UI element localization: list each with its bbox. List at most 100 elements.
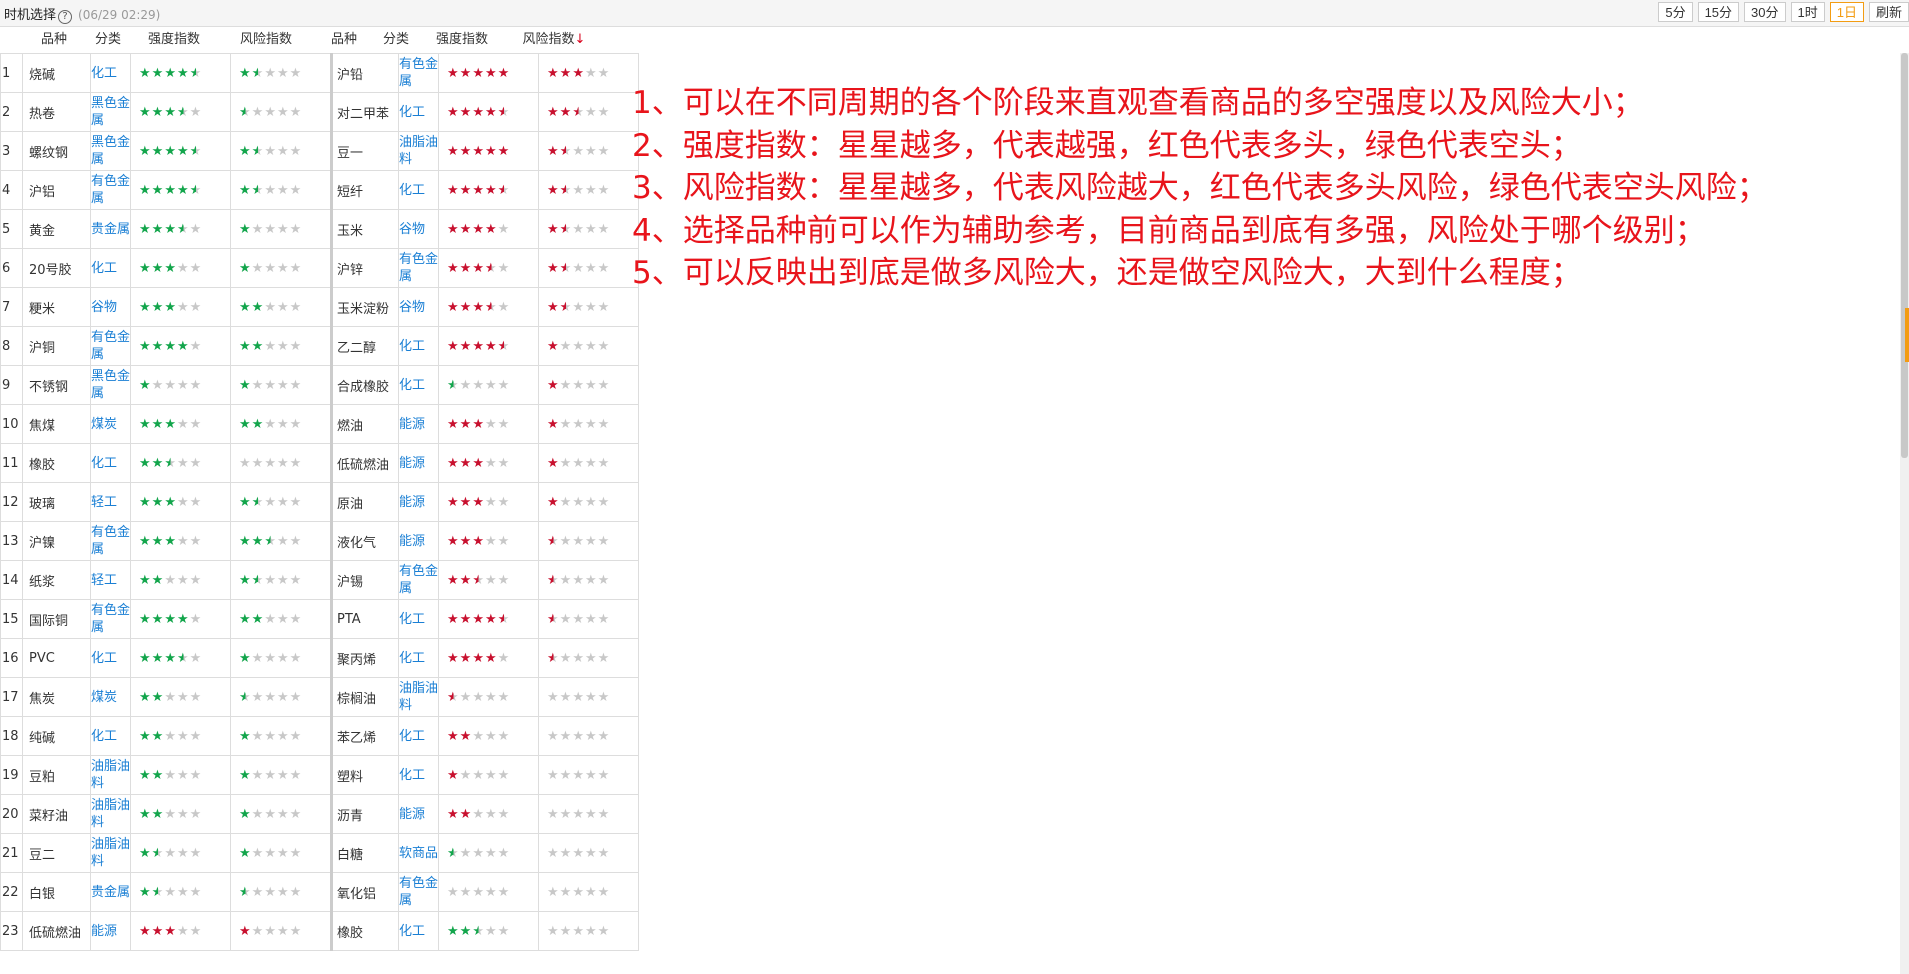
- table-row[interactable]: 15 国际铜 有色金属 ★★★★★ ★★★★★ PTA 化工 ★★★★★ ★★★★★: [0, 599, 639, 639]
- product-name[interactable]: 玻璃: [22, 482, 91, 522]
- side-handle[interactable]: [1905, 308, 1909, 362]
- product-category[interactable]: 有色金属: [90, 170, 131, 210]
- product-name[interactable]: 乙二醇: [330, 326, 399, 366]
- table-row[interactable]: 20 菜籽油 油脂油料 ★★★★★ ★★★★★ 沥青 能源 ★★★★★ ★★★★★: [0, 794, 639, 834]
- product-category[interactable]: 黑色金属: [90, 131, 131, 171]
- table-row[interactable]: 8 沪铜 有色金属 ★★★★★ ★★★★★ 乙二醇 化工 ★★★★★ ★★★★★: [0, 326, 639, 366]
- product-name[interactable]: 橡胶: [22, 443, 91, 483]
- product-category[interactable]: 煤炭: [90, 677, 131, 717]
- product-name[interactable]: 焦炭: [22, 677, 91, 717]
- product-name[interactable]: 螺纹钢: [22, 131, 91, 171]
- product-name[interactable]: 玉米: [330, 209, 399, 249]
- table-row[interactable]: 5 黄金 贵金属 ★★★★★ ★★★★★ 玉米 谷物 ★★★★★ ★★★★★: [0, 209, 639, 249]
- product-name[interactable]: 燃油: [330, 404, 399, 444]
- product-name[interactable]: 聚丙烯: [330, 638, 399, 678]
- product-name[interactable]: 合成橡胶: [330, 365, 399, 405]
- table-row[interactable]: 16 PVC 化工 ★★★★★ ★★★★★ 聚丙烯 化工 ★★★★★ ★★★★★: [0, 638, 639, 678]
- product-category[interactable]: 有色金属: [90, 599, 131, 639]
- vertical-scrollbar[interactable]: [1900, 53, 1909, 974]
- product-name[interactable]: 沪铅: [330, 53, 399, 93]
- product-name[interactable]: 纯碱: [22, 716, 91, 756]
- header-strength-2[interactable]: 强度指数: [416, 27, 508, 53]
- product-name[interactable]: 豆二: [22, 833, 91, 873]
- product-category[interactable]: 化工: [398, 911, 439, 951]
- product-name[interactable]: 沪铝: [22, 170, 91, 210]
- product-category[interactable]: 能源: [90, 911, 131, 951]
- product-name[interactable]: 20号胶: [22, 248, 91, 288]
- product-category[interactable]: 黑色金属: [90, 92, 131, 132]
- product-category[interactable]: 有色金属: [90, 521, 131, 561]
- table-row[interactable]: 14 纸浆 轻工 ★★★★★ ★★★★★ 沪锡 有色金属 ★★★★★ ★★★★★: [0, 560, 639, 600]
- table-row[interactable]: 9 不锈钢 黑色金属 ★★★★★ ★★★★★ 合成橡胶 化工 ★★★★★ ★★★★★: [0, 365, 639, 405]
- table-row[interactable]: 18 纯碱 化工 ★★★★★ ★★★★★ 苯乙烯 化工 ★★★★★ ★★★★★: [0, 716, 639, 756]
- product-name[interactable]: 粳米: [22, 287, 91, 327]
- product-name[interactable]: 沪镍: [22, 521, 91, 561]
- product-category[interactable]: 油脂油料: [90, 755, 131, 795]
- product-name[interactable]: 沥青: [330, 794, 399, 834]
- table-row[interactable]: 23 低硫燃油 能源 ★★★★★ ★★★★★ 橡胶 化工 ★★★★★ ★★★★★: [0, 911, 639, 951]
- product-category[interactable]: 轻工: [90, 560, 131, 600]
- product-name[interactable]: 原油: [330, 482, 399, 522]
- product-name[interactable]: 烧碱: [22, 53, 91, 93]
- product-name[interactable]: 玉米淀粉: [330, 287, 399, 327]
- product-name[interactable]: 沪铜: [22, 326, 91, 366]
- product-name[interactable]: PVC: [22, 638, 91, 678]
- table-row[interactable]: 1 烧碱 化工 ★★★★★ ★★★★★ 沪铅 有色金属 ★★★★★ ★★★★★: [0, 53, 639, 93]
- product-name[interactable]: 焦煤: [22, 404, 91, 444]
- period-15m-button[interactable]: 15分: [1697, 2, 1740, 22]
- product-name[interactable]: 短纤: [330, 170, 399, 210]
- product-name[interactable]: 棕榈油: [330, 677, 399, 717]
- product-category[interactable]: 谷物: [398, 209, 439, 249]
- product-category[interactable]: 有色金属: [90, 326, 131, 366]
- product-name[interactable]: 热卷: [22, 92, 91, 132]
- product-category[interactable]: 化工: [398, 365, 439, 405]
- product-category[interactable]: 化工: [398, 170, 439, 210]
- product-category[interactable]: 化工: [398, 92, 439, 132]
- product-name[interactable]: 豆粕: [22, 755, 91, 795]
- header-category[interactable]: 分类: [88, 27, 128, 53]
- table-row[interactable]: 13 沪镍 有色金属 ★★★★★ ★★★★★ 液化气 能源 ★★★★★ ★★★★★: [0, 521, 639, 561]
- product-category[interactable]: 油脂油料: [90, 833, 131, 873]
- product-name[interactable]: 沪锌: [330, 248, 399, 288]
- product-category[interactable]: 化工: [398, 755, 439, 795]
- header-risk[interactable]: 风险指数: [220, 27, 312, 53]
- product-category[interactable]: 黑色金属: [90, 365, 131, 405]
- product-name[interactable]: PTA: [330, 599, 399, 639]
- product-category[interactable]: 能源: [398, 794, 439, 834]
- product-category[interactable]: 贵金属: [90, 872, 131, 912]
- product-category[interactable]: 有色金属: [398, 872, 439, 912]
- product-category[interactable]: 化工: [90, 638, 131, 678]
- product-category[interactable]: 谷物: [398, 287, 439, 327]
- product-category[interactable]: 油脂油料: [398, 131, 439, 171]
- product-name[interactable]: 沪锡: [330, 560, 399, 600]
- period-5m-button[interactable]: 5分: [1658, 2, 1693, 22]
- table-row[interactable]: 3 螺纹钢 黑色金属 ★★★★★ ★★★★★ 豆一 油脂油料 ★★★★★ ★★★★★: [0, 131, 639, 171]
- table-row[interactable]: 7 粳米 谷物 ★★★★★ ★★★★★ 玉米淀粉 谷物 ★★★★★ ★★★★★: [0, 287, 639, 327]
- product-category[interactable]: 有色金属: [398, 248, 439, 288]
- product-name[interactable]: 白糖: [330, 833, 399, 873]
- product-name[interactable]: 对二甲苯: [330, 92, 399, 132]
- table-row[interactable]: 21 豆二 油脂油料 ★★★★★ ★★★★★ 白糖 软商品 ★★★★★ ★★★★★: [0, 833, 639, 873]
- product-category[interactable]: 化工: [398, 599, 439, 639]
- product-category[interactable]: 化工: [90, 716, 131, 756]
- product-category[interactable]: 能源: [398, 521, 439, 561]
- product-name[interactable]: 菜籽油: [22, 794, 91, 834]
- table-row[interactable]: 11 橡胶 化工 ★★★★★ ★★★★★ 低硫燃油 能源 ★★★★★ ★★★★★: [0, 443, 639, 483]
- product-name[interactable]: 橡胶: [330, 911, 399, 951]
- scrollbar-thumb[interactable]: [1901, 53, 1908, 458]
- header-name[interactable]: 品种: [20, 27, 88, 53]
- product-category[interactable]: 化工: [90, 53, 131, 93]
- product-category[interactable]: 化工: [90, 443, 131, 483]
- refresh-button[interactable]: 刷新: [1868, 2, 1909, 22]
- table-row[interactable]: 19 豆粕 油脂油料 ★★★★★ ★★★★★ 塑料 化工 ★★★★★ ★★★★★: [0, 755, 639, 795]
- product-name[interactable]: 液化气: [330, 521, 399, 561]
- product-category[interactable]: 化工: [90, 248, 131, 288]
- product-name[interactable]: 低硫燃油: [22, 911, 91, 951]
- product-category[interactable]: 有色金属: [398, 53, 439, 93]
- product-category[interactable]: 能源: [398, 482, 439, 522]
- product-name[interactable]: 豆一: [330, 131, 399, 171]
- period-1d-button[interactable]: 1日: [1829, 2, 1864, 22]
- product-category[interactable]: 能源: [398, 443, 439, 483]
- product-name[interactable]: 塑料: [330, 755, 399, 795]
- table-row[interactable]: 10 焦煤 煤炭 ★★★★★ ★★★★★ 燃油 能源 ★★★★★ ★★★★★: [0, 404, 639, 444]
